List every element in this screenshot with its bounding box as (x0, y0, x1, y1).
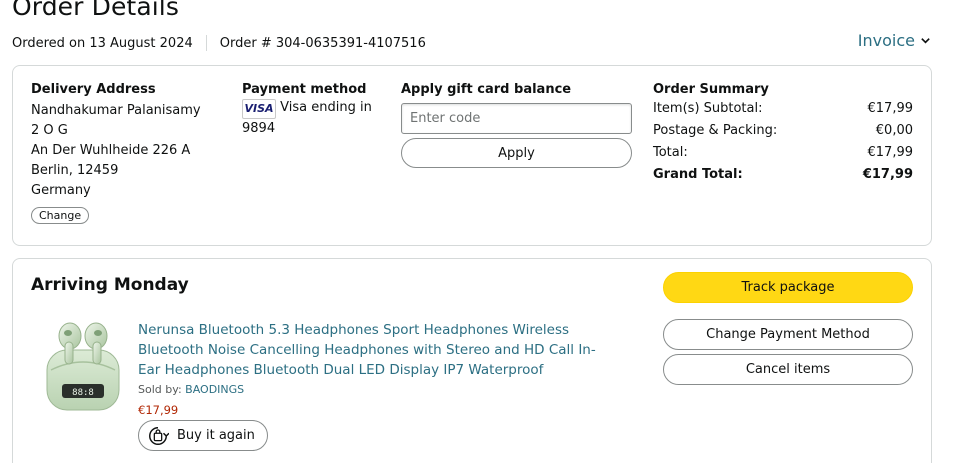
summary-value: €17,99 (867, 145, 914, 160)
track-package-button[interactable]: Track package (663, 272, 913, 303)
buy-again-label: Buy it again (177, 428, 255, 443)
change-address-button[interactable]: Change (31, 207, 90, 224)
cancel-items-button[interactable]: Cancel items (663, 354, 913, 385)
order-summary-section: Order Summary Item(s) Subtotal: €17,99 P… (653, 82, 913, 186)
order-date: Ordered on 13 August 2024 (12, 35, 193, 51)
page-title: Order Details (12, 0, 179, 21)
delivery-address-heading: Delivery Address (31, 82, 156, 97)
summary-value: €0,00 (875, 123, 913, 138)
sold-by: Sold by: BAODINGS (138, 383, 244, 396)
sold-by-label: Sold by: (138, 383, 182, 396)
address-line: An Der Wuhlheide 226 A (31, 143, 191, 158)
summary-value: €17,99 (867, 101, 914, 116)
payment-method-heading: Payment method (242, 82, 367, 97)
meta-divider (205, 35, 207, 51)
address-line: Nandhakumar Palanisamy (31, 103, 201, 118)
order-info-card: Delivery Address Nandhakumar Palanisamy … (12, 65, 932, 246)
payment-method-section: Payment method VISA Visa ending in 9894 (242, 82, 382, 139)
summary-row-postage: Postage & Packing: €0,00 (653, 120, 913, 142)
address-line: Germany (31, 183, 91, 198)
visa-logo-icon: VISA (242, 99, 276, 119)
product-title-link[interactable]: Nerunsa Bluetooth 5.3 Headphones Sport H… (138, 320, 618, 380)
product-image[interactable]: 88:8 (43, 314, 123, 414)
chevron-down-icon (921, 38, 930, 44)
delivery-address-section: Delivery Address Nandhakumar Palanisamy … (31, 82, 201, 224)
address-line: Berlin, 12459 (31, 163, 119, 178)
seller-link[interactable]: BAODINGS (185, 383, 244, 396)
order-summary-heading: Order Summary (653, 82, 769, 97)
gift-card-heading: Apply gift card balance (401, 82, 572, 97)
invoice-dropdown[interactable]: Invoice (858, 31, 931, 50)
shipment-card: Arriving Monday 88:8 Nerunsa Bluetooth 5… (12, 258, 932, 463)
change-payment-method-button[interactable]: Change Payment Method (663, 319, 913, 350)
order-meta: Ordered on 13 August 2024 Order # 304-06… (12, 35, 426, 51)
buy-again-button[interactable]: Buy it again (138, 420, 268, 451)
buy-again-icon (149, 426, 169, 445)
summary-value: €17,99 (862, 167, 913, 182)
gift-card-section: Apply gift card balance Apply (401, 82, 633, 168)
address-line: 2 O G (31, 123, 68, 138)
summary-label: Grand Total: (653, 167, 743, 182)
summary-row-total: Total: €17,99 (653, 142, 913, 164)
payment-card-info: VISA Visa ending in 9894 (242, 98, 382, 139)
gift-code-input[interactable] (401, 103, 632, 134)
summary-label: Postage & Packing: (653, 123, 778, 138)
product-price: €17,99 (138, 403, 179, 417)
shipment-status: Arriving Monday (31, 275, 189, 295)
led-display-text: 88:8 (72, 388, 94, 398)
invoice-label: Invoice (857, 31, 915, 50)
summary-label: Item(s) Subtotal: (653, 101, 763, 116)
summary-label: Total: (653, 145, 688, 160)
summary-row-subtotal: Item(s) Subtotal: €17,99 (653, 98, 913, 120)
order-number: Order # 304-0635391-4107516 (219, 35, 426, 51)
apply-gift-card-button[interactable]: Apply (401, 138, 632, 168)
summary-row-grand-total: Grand Total: €17,99 (653, 164, 913, 186)
